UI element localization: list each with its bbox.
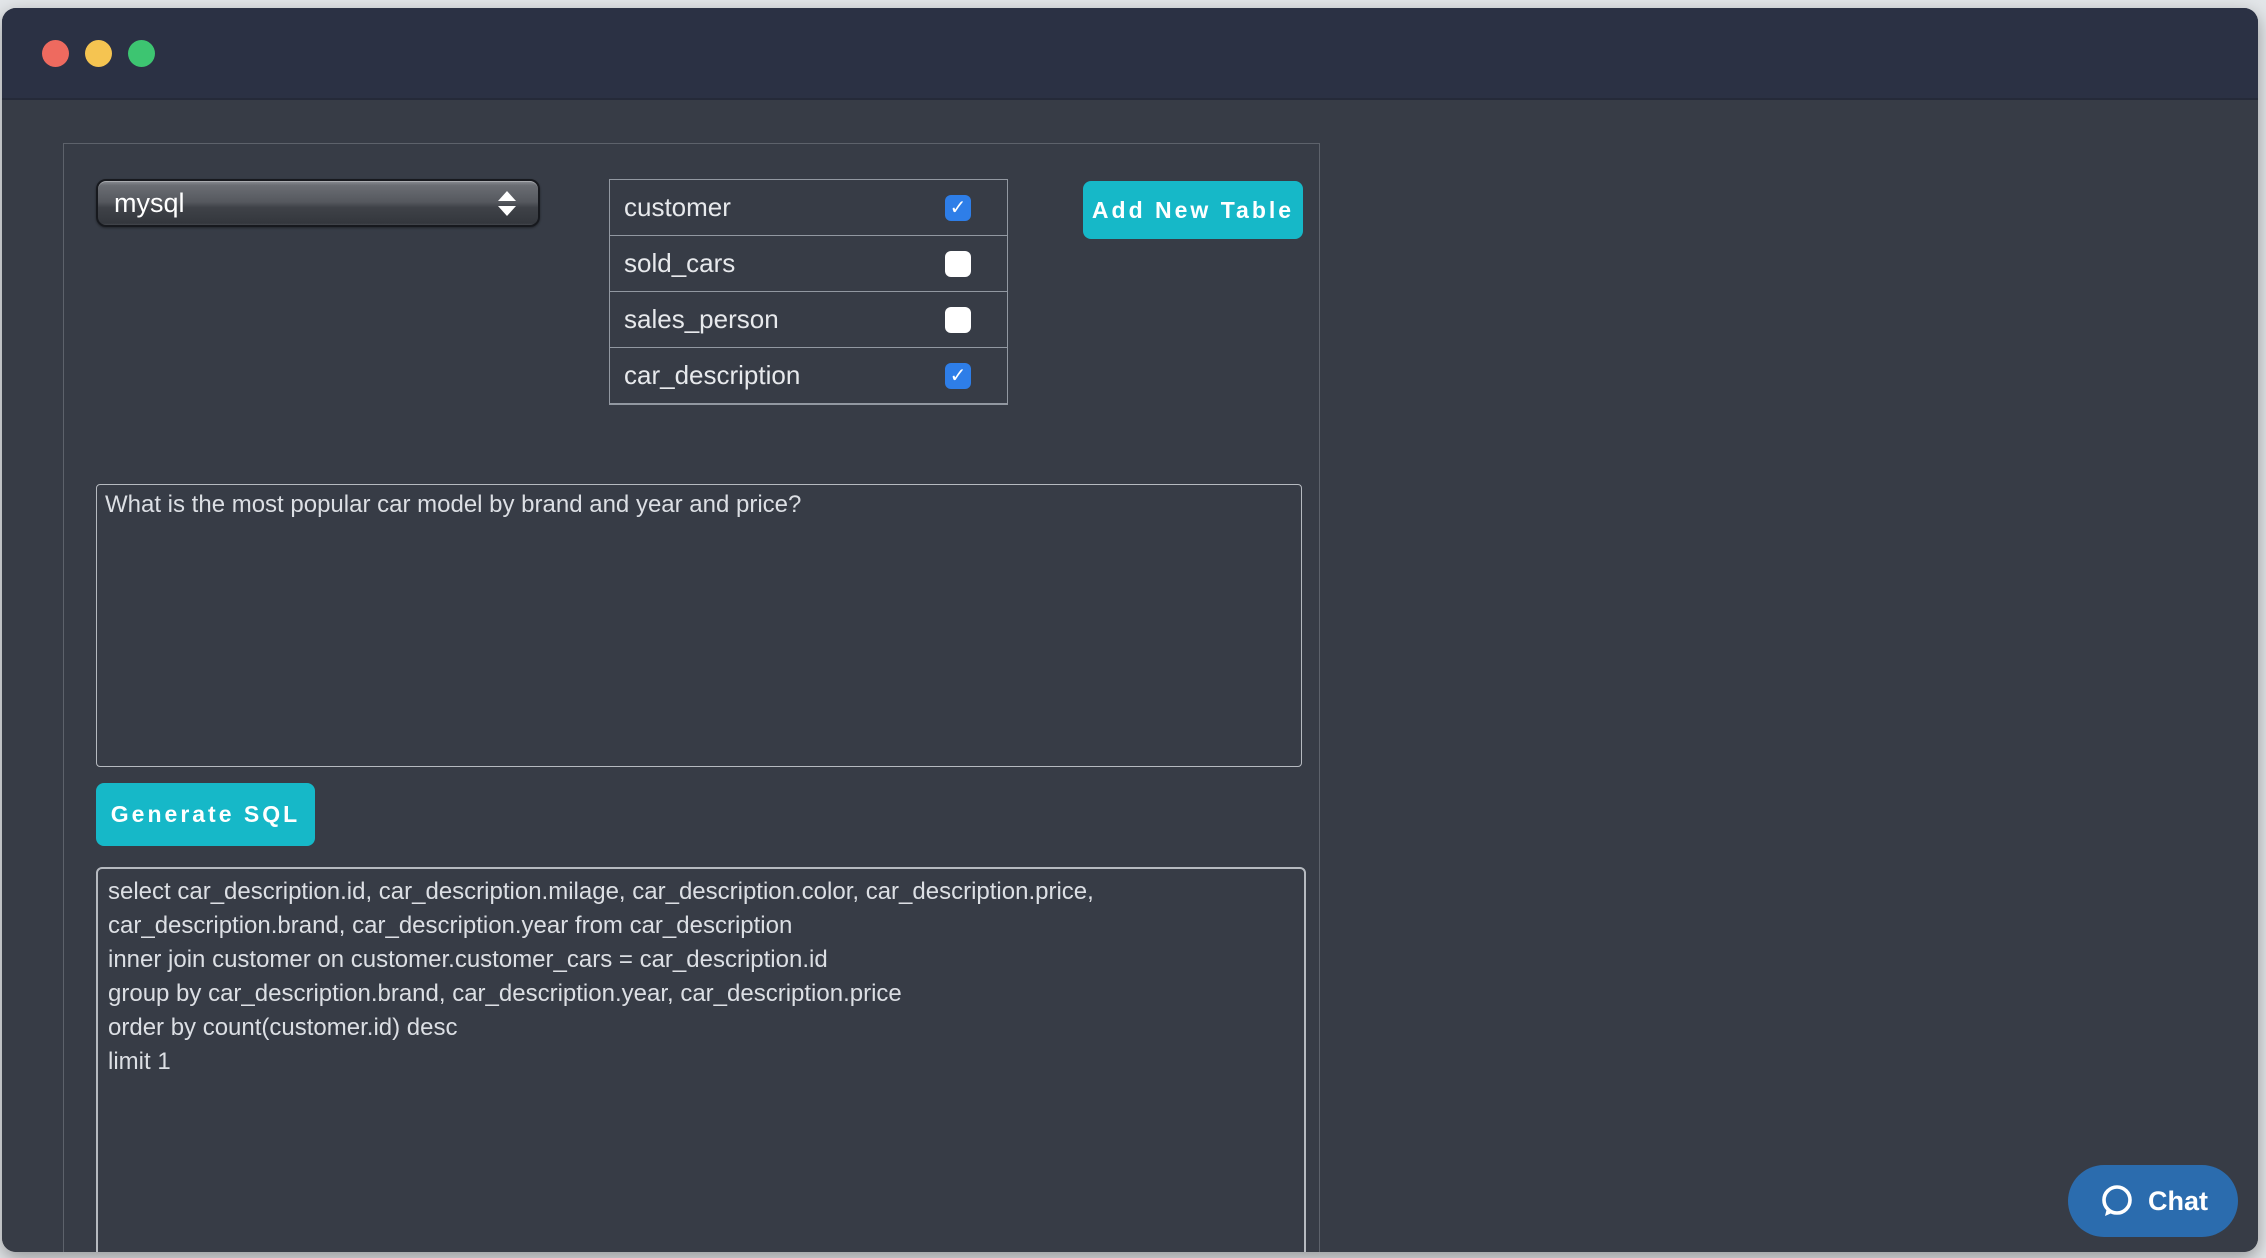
table-row: sold_cars — [610, 236, 1007, 292]
table-name-label: customer — [624, 192, 731, 223]
app-window: mysql customer ✓ sold_cars sales_person car_… — [2, 8, 2258, 1252]
table-checkbox[interactable] — [945, 251, 971, 277]
add-new-table-button[interactable]: Add New Table — [1083, 181, 1303, 239]
close-window-icon[interactable] — [42, 40, 69, 67]
desktop-background: mysql customer ✓ sold_cars sales_person car_… — [0, 0, 2266, 1258]
database-select-value: mysql — [114, 188, 498, 219]
generate-sql-button[interactable]: Generate SQL — [96, 783, 315, 846]
query-builder-panel: mysql customer ✓ sold_cars sales_person car_… — [63, 143, 1320, 1252]
window-titlebar — [2, 8, 2258, 100]
minimize-window-icon[interactable] — [85, 40, 112, 67]
table-row: car_description ✓ — [610, 348, 1007, 404]
table-row: customer ✓ — [610, 180, 1007, 236]
table-name-label: sold_cars — [624, 248, 735, 279]
table-name-label: sales_person — [624, 304, 779, 335]
app-content: mysql customer ✓ sold_cars sales_person car_… — [2, 100, 2258, 1252]
table-checkbox[interactable]: ✓ — [945, 195, 971, 221]
table-name-label: car_description — [624, 360, 800, 391]
question-input[interactable]: What is the most popular car model by br… — [96, 484, 1302, 767]
database-select[interactable]: mysql — [96, 179, 540, 227]
chat-button-label: Chat — [2148, 1186, 2208, 1217]
table-checkbox[interactable]: ✓ — [945, 363, 971, 389]
table-row: sales_person — [610, 292, 1007, 348]
select-arrows-icon — [498, 191, 516, 216]
zoom-window-icon[interactable] — [128, 40, 155, 67]
traffic-lights — [42, 40, 155, 67]
sql-output[interactable]: select car_description.id, car_descripti… — [96, 867, 1306, 1252]
speech-bubble-icon — [2098, 1182, 2136, 1220]
tables-list: customer ✓ sold_cars sales_person car_descri… — [609, 179, 1008, 405]
table-checkbox[interactable] — [945, 307, 971, 333]
chat-button[interactable]: Chat — [2068, 1165, 2238, 1237]
